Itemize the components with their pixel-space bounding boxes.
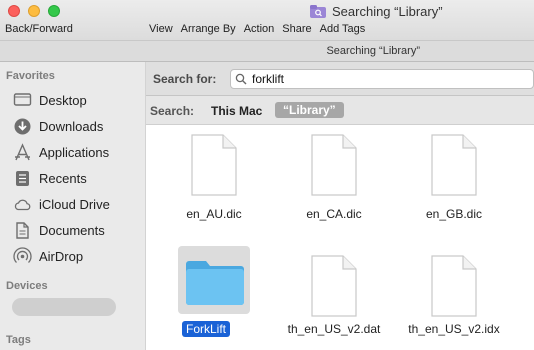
- title-bar: Searching “Library” Back/Forward View Ar…: [0, 0, 534, 40]
- recents-icon: [16, 170, 29, 186]
- sidebar-item-airdrop[interactable]: AirDrop: [13, 246, 83, 266]
- scope-this-mac-button[interactable]: This Mac: [211, 104, 262, 118]
- sidebar-item-label: Downloads: [39, 118, 104, 134]
- window-title-text: Searching “Library”: [332, 3, 443, 19]
- sidebar-item-label: Desktop: [39, 92, 87, 108]
- arrange-by-button[interactable]: Arrange By: [181, 23, 236, 35]
- sidebar-item-label: Documents: [39, 222, 105, 238]
- documents-icon: [16, 221, 29, 239]
- search-scope-bar: Search: This Mac “Library”: [146, 96, 534, 125]
- document-icon: [431, 255, 477, 317]
- zoom-window-button[interactable]: [48, 5, 60, 17]
- desktop-icon: [13, 92, 32, 106]
- search-for-bar: Search for: forklift: [146, 62, 534, 96]
- search-for-label: Search for:: [153, 72, 217, 86]
- sidebar-item-applications[interactable]: Applications: [13, 142, 109, 162]
- share-button[interactable]: Share: [282, 23, 311, 35]
- path-bar: Searching “Library”: [0, 40, 534, 62]
- window-title: Searching “Library”: [310, 3, 443, 19]
- sidebar-item-documents[interactable]: Documents: [13, 220, 105, 240]
- file-name: en_CA.dic: [306, 207, 362, 221]
- sidebar-item-icloud-drive[interactable]: iCloud Drive: [13, 194, 110, 214]
- file-name: en_AU.dic: [186, 207, 242, 221]
- back-forward-button[interactable]: Back/Forward: [5, 23, 73, 35]
- file-grid: en_AU.dic en_CA.dic en_GB.dic ForkLift t…: [146, 125, 534, 350]
- search-folder-icon: [310, 4, 326, 18]
- favorites-heading: Favorites: [6, 70, 55, 82]
- sidebar-item-label: iCloud Drive: [39, 196, 110, 212]
- cloud-icon: [14, 199, 31, 210]
- airdrop-icon: [13, 246, 32, 263]
- search-scope-label: Search:: [150, 104, 195, 118]
- search-input[interactable]: forklift: [230, 69, 534, 89]
- add-tags-button[interactable]: Add Tags: [320, 23, 366, 35]
- file-name: ForkLift: [146, 321, 266, 337]
- selected-file-name: ForkLift: [181, 321, 230, 337]
- document-icon: [311, 134, 357, 196]
- folder-icon: [186, 261, 244, 305]
- sidebar-item-recents[interactable]: Recents: [13, 168, 87, 188]
- applications-icon: [15, 142, 30, 160]
- action-button[interactable]: Action: [244, 23, 275, 35]
- minimize-window-button[interactable]: [28, 5, 40, 17]
- sidebar-item-label: Applications: [39, 144, 110, 160]
- downloads-icon: [14, 118, 31, 134]
- sidebar-item-downloads[interactable]: Downloads: [13, 116, 103, 136]
- document-icon: [311, 255, 357, 317]
- document-icon: [191, 134, 237, 196]
- tags-heading: Tags: [6, 334, 31, 346]
- view-button[interactable]: View: [149, 23, 173, 35]
- file-name: en_GB.dic: [425, 207, 483, 221]
- sidebar-item-label: AirDrop: [39, 248, 84, 264]
- sidebar: Favorites Desktop Downloads Applications…: [0, 62, 146, 350]
- file-name: th_en_US_v2.idx: [408, 322, 500, 336]
- file-name: th_en_US_v2.dat: [287, 322, 381, 336]
- sidebar-item-label: Recents: [39, 170, 87, 186]
- sidebar-item-desktop[interactable]: Desktop: [13, 90, 87, 110]
- close-window-button[interactable]: [8, 5, 20, 17]
- scope-library-button[interactable]: “Library”: [275, 102, 344, 118]
- document-icon: [431, 134, 477, 196]
- toolbar: View Arrange By Action Share Add Tags: [149, 23, 365, 35]
- search-query-text: forklift: [252, 72, 285, 86]
- devices-heading: Devices: [6, 280, 48, 292]
- sidebar-device-redacted[interactable]: [12, 298, 116, 316]
- search-icon: [235, 73, 247, 85]
- path-bar-title: Searching “Library”: [326, 45, 420, 57]
